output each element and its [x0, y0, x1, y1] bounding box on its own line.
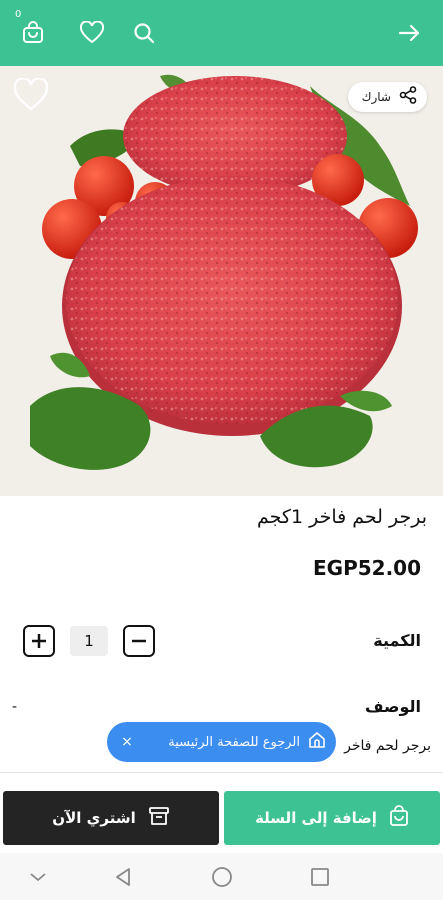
product-image[interactable]: شارك: [0, 66, 443, 496]
back-triangle-icon[interactable]: [111, 865, 135, 889]
add-to-cart-label: إضافة إلى السلة: [255, 809, 377, 827]
heart-outline-icon[interactable]: [12, 77, 50, 112]
home-circle-icon[interactable]: [210, 865, 234, 889]
cart-icon[interactable]: [18, 18, 48, 48]
quantity-decrease-button[interactable]: [123, 625, 155, 657]
share-icon: [399, 86, 417, 108]
system-nav-bar: [0, 853, 443, 900]
quantity-label: الكمية: [373, 631, 421, 650]
quantity-increase-button[interactable]: [23, 625, 55, 657]
home-icon: [308, 731, 326, 753]
action-bar: اشتري الآن إضافة إلى السلة: [0, 783, 443, 853]
back-to-home-chip[interactable]: × الرجوع للصفحة الرئيسية: [107, 722, 336, 762]
share-label: شارك: [361, 90, 391, 104]
share-button[interactable]: شارك: [347, 82, 427, 112]
arrow-right-icon[interactable]: [394, 18, 424, 48]
archive-box-icon: [148, 806, 170, 830]
description-toggle[interactable]: -: [12, 699, 17, 715]
plus-icon: [32, 634, 46, 648]
cart-bag-icon: [389, 805, 409, 831]
search-icon[interactable]: [129, 18, 159, 48]
add-to-cart-button[interactable]: إضافة إلى السلة: [224, 791, 440, 845]
minus-icon: [132, 639, 146, 643]
buy-now-button[interactable]: اشتري الآن: [3, 791, 219, 845]
top-app-bar: 0: [0, 0, 443, 66]
description-label: الوصف: [364, 697, 421, 716]
close-icon[interactable]: ×: [117, 734, 137, 750]
recents-square-icon[interactable]: [308, 865, 332, 889]
quantity-value[interactable]: 1: [70, 626, 108, 656]
description-text: برجر لحم فاخر: [344, 738, 431, 754]
burger-patties-illustration: [0, 66, 443, 496]
chevron-down-icon[interactable]: [26, 865, 50, 889]
divider: [0, 772, 443, 773]
product-price: EGP52.00: [313, 556, 421, 580]
product-title: برجر لحم فاخر 1كجم: [257, 506, 427, 528]
back-to-home-label: الرجوع للصفحة الرئيسية: [168, 734, 300, 750]
heart-icon[interactable]: [77, 18, 107, 48]
buy-now-label: اشتري الآن: [52, 809, 136, 827]
